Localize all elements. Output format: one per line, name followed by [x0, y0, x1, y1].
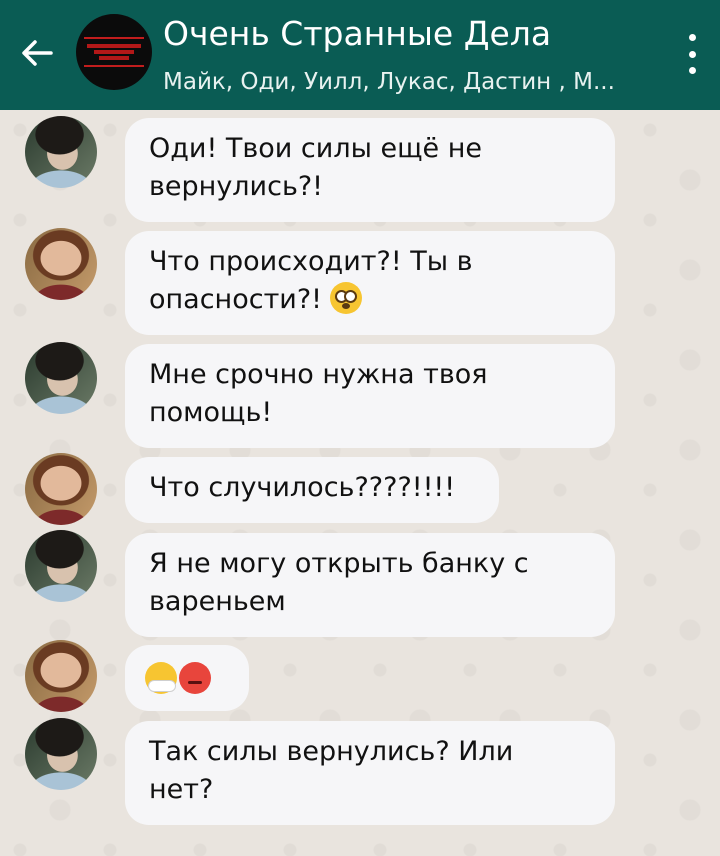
message-bubble[interactable]: Так силы вернулись? Или нет?	[125, 721, 615, 825]
avatar-mike[interactable]	[25, 718, 97, 790]
avatar-eleven[interactable]	[25, 640, 97, 712]
more-options-button[interactable]	[684, 34, 700, 74]
message-text: Так силы вернулись? Или нет?	[149, 736, 514, 805]
group-avatar[interactable]	[76, 14, 152, 90]
menu-dot-icon	[688, 50, 696, 58]
avatar-mike[interactable]	[25, 530, 97, 602]
message-text: Мне срочно нужна твоя помощь!	[149, 359, 488, 428]
message-bubble[interactable]: Оди! Твои силы ещё не вернулись?!	[125, 118, 615, 222]
message-bubble[interactable]: Мне срочно нужна твоя помощь!	[125, 344, 615, 448]
message-text: Что случилось????!!!!	[149, 472, 456, 503]
message-bubble[interactable]: Я не могу открыть банку с вареньем	[125, 533, 615, 637]
message-text: Оди! Твои силы ещё не вернулись?!	[149, 133, 482, 202]
message-text: Что происходит?! Ты в опасности?!	[149, 246, 473, 315]
back-button[interactable]	[14, 30, 60, 76]
avatar-eleven[interactable]	[25, 228, 97, 300]
avatar-mike[interactable]	[25, 116, 97, 188]
message-bubble[interactable]: Что случилось????!!!!	[125, 457, 499, 523]
message-content: Что происходит?! Ты в опасности?!	[149, 243, 587, 319]
face-with-steam-icon	[145, 662, 177, 694]
chat-title[interactable]: Очень Странные Дела	[163, 12, 551, 56]
arrow-left-icon	[22, 40, 53, 66]
avatar-eleven[interactable]	[25, 453, 97, 525]
chat-members[interactable]: Майк, Оди, Уилл, Лукас, Дастин , М...	[163, 66, 673, 98]
message-bubble[interactable]	[125, 645, 249, 711]
chat-header: Очень Странные Дела Майк, Оди, Уилл, Лук…	[0, 0, 720, 110]
message-bubble[interactable]: Что происходит?! Ты в опасности?!	[125, 231, 615, 335]
avatar-mike[interactable]	[25, 342, 97, 414]
flushed-face-icon	[330, 282, 363, 314]
menu-dot-icon	[688, 67, 696, 74]
menu-dot-icon	[688, 34, 696, 41]
stranger-things-logo-icon	[84, 37, 144, 67]
angry-face-icon	[179, 662, 211, 694]
message-text: Я не могу открыть банку с вареньем	[149, 548, 529, 617]
